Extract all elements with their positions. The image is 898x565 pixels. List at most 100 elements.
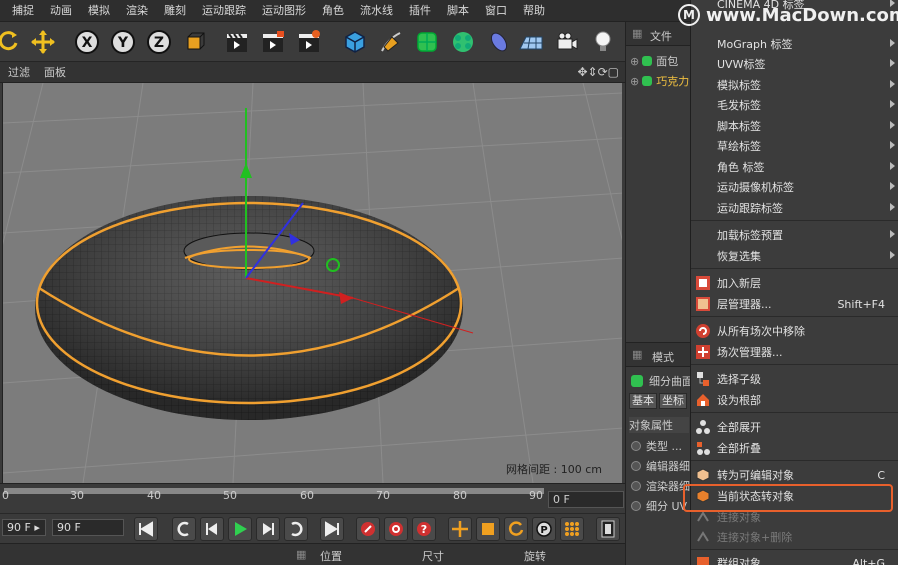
key-parameter-button[interactable]: P: [532, 517, 556, 541]
key-pla-button[interactable]: [560, 517, 584, 541]
menu-item-simulation-tags[interactable]: 模拟标签: [691, 75, 898, 95]
menu-plugins[interactable]: 插件: [401, 0, 439, 22]
light-object-button[interactable]: [588, 26, 618, 58]
menu-item-set-as-root[interactable]: 设为根部: [691, 390, 898, 410]
cube-object-button[interactable]: [340, 26, 370, 58]
record-keys-button[interactable]: [356, 517, 380, 541]
menu-item-sketch-tags[interactable]: 草绘标签: [691, 136, 898, 156]
render-picture-viewer-button[interactable]: [258, 26, 288, 58]
menu-item-connect-objects-delete[interactable]: 连接对象+删除: [691, 527, 898, 547]
pen-spline-button[interactable]: [376, 26, 406, 58]
menu-item-motion-camera-tags[interactable]: 运动摄像机标签: [691, 177, 898, 197]
deformer-button[interactable]: [484, 26, 514, 58]
menu-pipeline[interactable]: 流水线: [352, 0, 401, 22]
viewport-nav-icons[interactable]: ✥⇕⟳▢: [577, 65, 619, 79]
y-axis-lock-button[interactable]: Y: [108, 26, 138, 58]
menu-motion-tracker[interactable]: 运动跟踪: [194, 0, 254, 22]
menu-item-collapse-all[interactable]: 全部折叠: [691, 438, 898, 458]
subdivision-object-icon: [631, 375, 643, 387]
menu-item-layer-manager[interactable]: 层管理器... Shift+F4: [691, 294, 898, 314]
menu-item-label: 加载标签预置: [717, 229, 783, 242]
menu-item-group-objects[interactable]: 群组对象 Alt+G: [691, 553, 898, 565]
torus-bread-object[interactable]: [35, 196, 463, 420]
menu-help[interactable]: 帮助: [515, 0, 553, 22]
menu-render[interactable]: 渲染: [118, 0, 156, 22]
menu-script[interactable]: 脚本: [439, 0, 477, 22]
menu-simulate[interactable]: 模拟: [80, 0, 118, 22]
menu-item-load-tag-preset[interactable]: 加载标签预置: [691, 225, 898, 245]
menu-item-mograph-tags[interactable]: MoGraph 标签: [691, 34, 898, 54]
object-tree-item[interactable]: ⊕ 面包: [630, 52, 678, 70]
timeline-window-button[interactable]: [596, 517, 620, 541]
key-position-button[interactable]: [448, 517, 472, 541]
move-tool-button[interactable]: [28, 26, 58, 58]
menu-item-restore-selection[interactable]: 恢复选集: [691, 246, 898, 266]
menu-item-label: 群组对象: [717, 557, 761, 565]
coordinate-system-button[interactable]: [180, 26, 210, 58]
menu-item-label: 模拟标签: [717, 79, 761, 92]
menu-item-label: MoGraph 标签: [717, 38, 793, 51]
tab-basic[interactable]: 基本: [629, 393, 657, 409]
previous-key-button[interactable]: [172, 517, 196, 541]
key-rotation-button[interactable]: [504, 517, 528, 541]
menu-sculpt[interactable]: 雕刻: [156, 0, 194, 22]
attribute-row[interactable]: 编辑器细: [631, 458, 690, 474]
viewport-menu-filter[interactable]: 过滤: [8, 64, 30, 80]
subdivision-surface-button[interactable]: [412, 26, 442, 58]
menu-item-motion-tracker-tags[interactable]: 运动跟踪标签: [691, 198, 898, 218]
object-name: 面包: [656, 55, 679, 68]
max-frame-field[interactable]: 90 F: [52, 519, 124, 536]
menu-item-expand-all[interactable]: 全部展开: [691, 417, 898, 437]
next-key-button[interactable]: [284, 517, 308, 541]
grip-icon: ▦: [632, 348, 643, 361]
viewport-menu-panel[interactable]: 面板: [44, 64, 66, 80]
menu-item-script-tags[interactable]: 脚本标签: [691, 116, 898, 136]
play-button[interactable]: [228, 517, 252, 541]
render-view-button[interactable]: [222, 26, 252, 58]
menu-item-hair-tags[interactable]: 毛发标签: [691, 95, 898, 115]
mograph-cloner-button[interactable]: [448, 26, 478, 58]
menu-separator: [691, 220, 898, 224]
x-axis-lock-button[interactable]: X: [72, 26, 102, 58]
menu-character[interactable]: 角色: [314, 0, 352, 22]
attribute-row[interactable]: 类型 ...: [631, 438, 682, 454]
radio-icon: [631, 501, 641, 511]
min-frame-field[interactable]: 90 F ▸: [2, 519, 46, 536]
menu-window[interactable]: 窗口: [477, 0, 515, 22]
attribute-mode-menu[interactable]: 模式: [652, 349, 674, 365]
menu-snap[interactable]: 捕捉: [4, 0, 42, 22]
z-axis-lock-button[interactable]: Z: [144, 26, 174, 58]
coord-grip-icon: ▦: [296, 548, 307, 561]
timeline-tick: 70: [376, 489, 390, 502]
previous-frame-button[interactable]: [200, 517, 224, 541]
menu-mograph[interactable]: 运动图形: [254, 0, 314, 22]
menu-separator: [691, 364, 898, 368]
timeline-ruler[interactable]: 0 30 40 50 60 70 80 90 0 F: [0, 483, 625, 513]
perspective-viewport[interactable]: 网格间距 : 100 cm: [2, 83, 622, 483]
camera-object-button[interactable]: [552, 26, 582, 58]
tab-coordinates[interactable]: 坐标: [659, 393, 687, 409]
object-tree-item[interactable]: ⊕ 巧克力: [630, 72, 689, 90]
floor-object-button[interactable]: [516, 26, 546, 58]
go-to-start-button[interactable]: [134, 517, 158, 541]
menu-item-select-children[interactable]: 选择子级: [691, 369, 898, 389]
timeline-tick: 90: [529, 489, 543, 502]
next-frame-button[interactable]: [256, 517, 280, 541]
go-to-end-button[interactable]: [320, 517, 344, 541]
key-scale-button[interactable]: [476, 517, 500, 541]
keyframe-selection-button[interactable]: ?: [412, 517, 436, 541]
menu-item-take-manager[interactable]: 场次管理器...: [691, 342, 898, 362]
render-settings-button[interactable]: [294, 26, 324, 58]
autokey-button[interactable]: [384, 517, 408, 541]
rotate-tool-button[interactable]: [0, 26, 24, 58]
menu-item-add-new-layer[interactable]: 加入新层: [691, 273, 898, 293]
current-frame-field[interactable]: 0 F: [548, 491, 624, 508]
menu-item-remove-from-all-takes[interactable]: 从所有场次中移除: [691, 321, 898, 341]
attribute-row[interactable]: 渲染器细: [631, 478, 690, 494]
menu-item-uvw-tags[interactable]: UVW标签: [691, 54, 898, 74]
menu-item-make-editable[interactable]: 转为可编辑对象 C: [691, 465, 898, 485]
object-file-menu[interactable]: 文件: [650, 28, 672, 44]
menu-item-character-tags[interactable]: 角色 标签: [691, 157, 898, 177]
attribute-row[interactable]: 细分 UV: [631, 498, 687, 514]
menu-animate[interactable]: 动画: [42, 0, 80, 22]
